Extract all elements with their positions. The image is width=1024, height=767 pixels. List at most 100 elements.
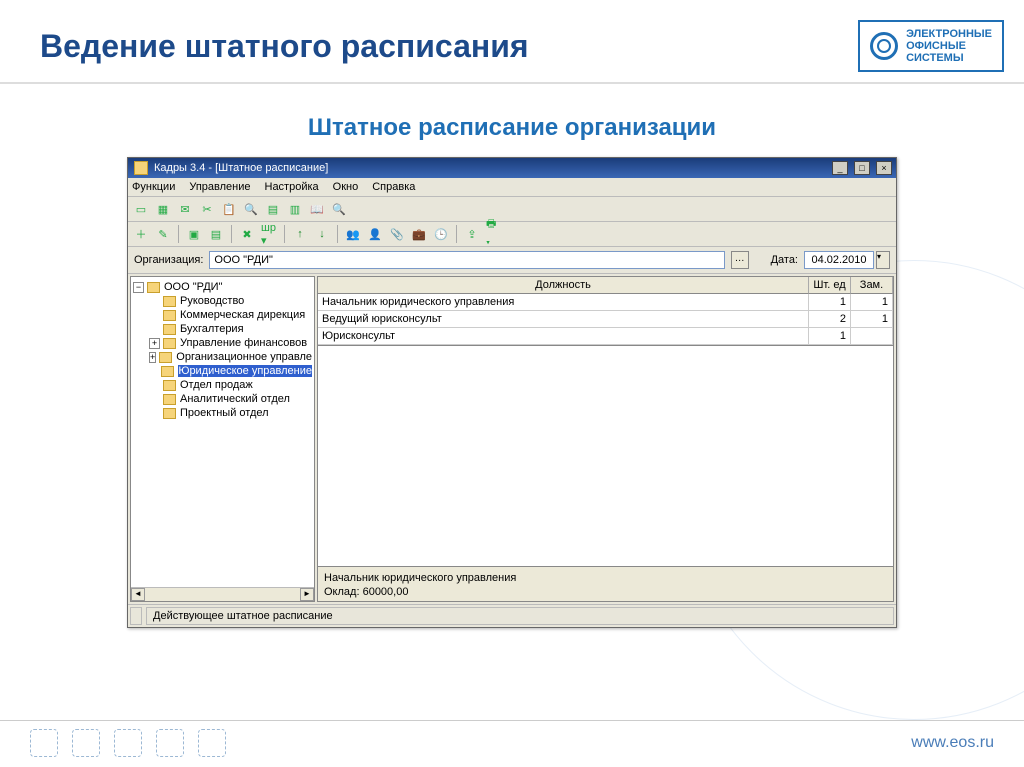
col-header-subst[interactable]: Зам.: [851, 277, 893, 294]
org-lookup-button[interactable]: …: [731, 251, 749, 269]
tree-node[interactable]: Юридическое управление: [178, 365, 312, 377]
menu-help[interactable]: Справка: [372, 181, 415, 193]
tb-icon-1[interactable]: ▭: [132, 200, 150, 218]
cell-units: 1: [809, 294, 851, 311]
tree-node[interactable]: Бухгалтерия: [180, 323, 244, 335]
folder-icon: [163, 338, 176, 349]
tree-toggle-icon[interactable]: +: [149, 352, 156, 363]
titlebar[interactable]: Кадры 3.4 - [Штатное расписание] _ □ ×: [128, 158, 896, 178]
footer-icon-2: [72, 729, 100, 757]
tb-icon-10[interactable]: 🔍: [330, 200, 348, 218]
cell-position: Начальник юридического управления: [318, 294, 809, 311]
brand-logo-icon: [870, 32, 898, 60]
tb2-up-icon[interactable]: ↑: [291, 225, 309, 243]
folder-icon: [163, 310, 176, 321]
toolbar-primary: ▭ ▦ ✉ ✂ 📋 🔍 ▤ ▥ 📖 🔍: [128, 197, 896, 222]
tb2-export-icon[interactable]: ⇪: [463, 225, 481, 243]
footer-icon-1: [30, 729, 58, 757]
brand-logo-block: ЭЛЕКТРОННЫЕ ОФИСНЫЕ СИСТЕМЫ: [858, 20, 1004, 72]
footer-icon-3: [114, 729, 142, 757]
filter-row: Организация: … Дата: ▾: [128, 247, 896, 274]
tree-node[interactable]: Руководство: [180, 295, 244, 307]
folder-icon: [163, 324, 176, 335]
col-header-position[interactable]: Должность: [318, 277, 809, 294]
menu-functions[interactable]: Функции: [132, 181, 175, 193]
tb2-icon-6[interactable]: шр ▾: [260, 225, 278, 243]
tb2-edit-icon[interactable]: ✎: [154, 225, 172, 243]
tb2-clock-icon[interactable]: 🕒: [432, 225, 450, 243]
menu-settings[interactable]: Настройка: [265, 181, 319, 193]
folder-icon: [163, 380, 176, 391]
positions-grid: Должность Шт. ед Зам. Начальник юридичес…: [317, 276, 894, 346]
menu-window[interactable]: Окно: [333, 181, 359, 193]
tb2-icon-3[interactable]: ▣: [185, 225, 203, 243]
minimize-button[interactable]: _: [832, 161, 848, 175]
tb2-briefcase-icon[interactable]: 💼: [410, 225, 428, 243]
folder-icon: [147, 282, 160, 293]
window-title: Кадры 3.4 - [Штатное расписание]: [154, 162, 328, 174]
brand-line1: ЭЛЕКТРОННЫЕ: [906, 28, 992, 40]
tb-icon-8[interactable]: ▥: [286, 200, 304, 218]
tree-node[interactable]: Проектный отдел: [180, 407, 269, 419]
salary-value: 60000,00: [363, 586, 409, 598]
tb2-print-icon[interactable]: 🖶 ▾: [485, 225, 503, 243]
brand-line3: СИСТЕМЫ: [906, 52, 992, 64]
tree-pane: − ООО "РДИ" Руководство Коммерческая дирекц…: [130, 276, 315, 602]
folder-icon: [161, 366, 174, 377]
detail-pane: Начальник юридического управления Оклад:…: [317, 567, 894, 602]
cell-position: Юрисконсульт: [318, 328, 809, 345]
tb-icon-5[interactable]: 📋: [220, 200, 238, 218]
cell-subst: 1: [851, 294, 893, 311]
table-row[interactable]: Начальник юридического управления11: [318, 294, 893, 311]
folder-icon: [159, 352, 172, 363]
tb-icon-9[interactable]: 📖: [308, 200, 326, 218]
tree-toggle-icon[interactable]: −: [133, 282, 144, 293]
salary-label: Оклад:: [324, 586, 360, 598]
cell-subst: [851, 328, 893, 345]
org-input[interactable]: [209, 251, 724, 269]
tb2-add-icon[interactable]: ＋: [132, 225, 150, 243]
close-button[interactable]: ×: [876, 161, 892, 175]
tree-root[interactable]: ООО "РДИ": [164, 281, 223, 293]
table-row[interactable]: Юрисконсульт1: [318, 328, 893, 345]
table-row[interactable]: Ведущий юрисконсульт21: [318, 311, 893, 328]
restore-button[interactable]: □: [854, 161, 870, 175]
tree-scrollbar[interactable]: ◄ ►: [131, 587, 314, 601]
tree-node[interactable]: Коммерческая дирекция: [180, 309, 305, 321]
date-dropdown-button[interactable]: ▾: [876, 251, 890, 269]
app-window: Кадры 3.4 - [Штатное расписание] _ □ × Ф…: [127, 157, 897, 628]
tb-icon-3[interactable]: ✉: [176, 200, 194, 218]
folder-icon: [163, 296, 176, 307]
date-input[interactable]: [804, 251, 874, 269]
tb2-delete-icon[interactable]: ✖: [238, 225, 256, 243]
tree-node[interactable]: Организационное управле: [176, 351, 312, 363]
tb2-down-icon[interactable]: ↓: [313, 225, 331, 243]
tb2-icon-4[interactable]: ▤: [207, 225, 225, 243]
cell-position: Ведущий юрисконсульт: [318, 311, 809, 328]
tree-node[interactable]: Аналитический отдел: [180, 393, 290, 405]
slide-title: Ведение штатного расписания: [40, 28, 529, 65]
tb2-icon-10[interactable]: 👤: [366, 225, 384, 243]
folder-icon: [163, 408, 176, 419]
scroll-right-icon[interactable]: ►: [300, 588, 314, 601]
footer-icons: [30, 729, 226, 757]
col-header-units[interactable]: Шт. ед: [809, 277, 851, 294]
slide-subtitle: Штатное расписание организации: [0, 114, 1024, 142]
menu-control[interactable]: Управление: [189, 181, 250, 193]
tb-icon-2[interactable]: ▦: [154, 200, 172, 218]
scroll-left-icon[interactable]: ◄: [131, 588, 145, 601]
tb-icon-7[interactable]: ▤: [264, 200, 282, 218]
cell-units: 1: [809, 328, 851, 345]
tb2-attach-icon[interactable]: 📎: [388, 225, 406, 243]
cell-subst: 1: [851, 311, 893, 328]
tree-node[interactable]: Управление финансовов: [180, 337, 307, 349]
tree-toggle-icon[interactable]: +: [149, 338, 160, 349]
app-icon: [134, 161, 148, 175]
tb-search-icon[interactable]: 🔍: [242, 200, 260, 218]
tree-node[interactable]: Отдел продаж: [180, 379, 253, 391]
toolbar-secondary: ＋ ✎ ▣ ▤ ✖ шр ▾ ↑ ↓ 👥 👤 📎 💼 🕒 ⇪ 🖶 ▾: [128, 222, 896, 247]
tb-icon-4[interactable]: ✂: [198, 200, 216, 218]
footer-icon-5: [198, 729, 226, 757]
brand-line2: ОФИСНЫЕ: [906, 40, 992, 52]
tb2-users-icon[interactable]: 👥: [344, 225, 362, 243]
